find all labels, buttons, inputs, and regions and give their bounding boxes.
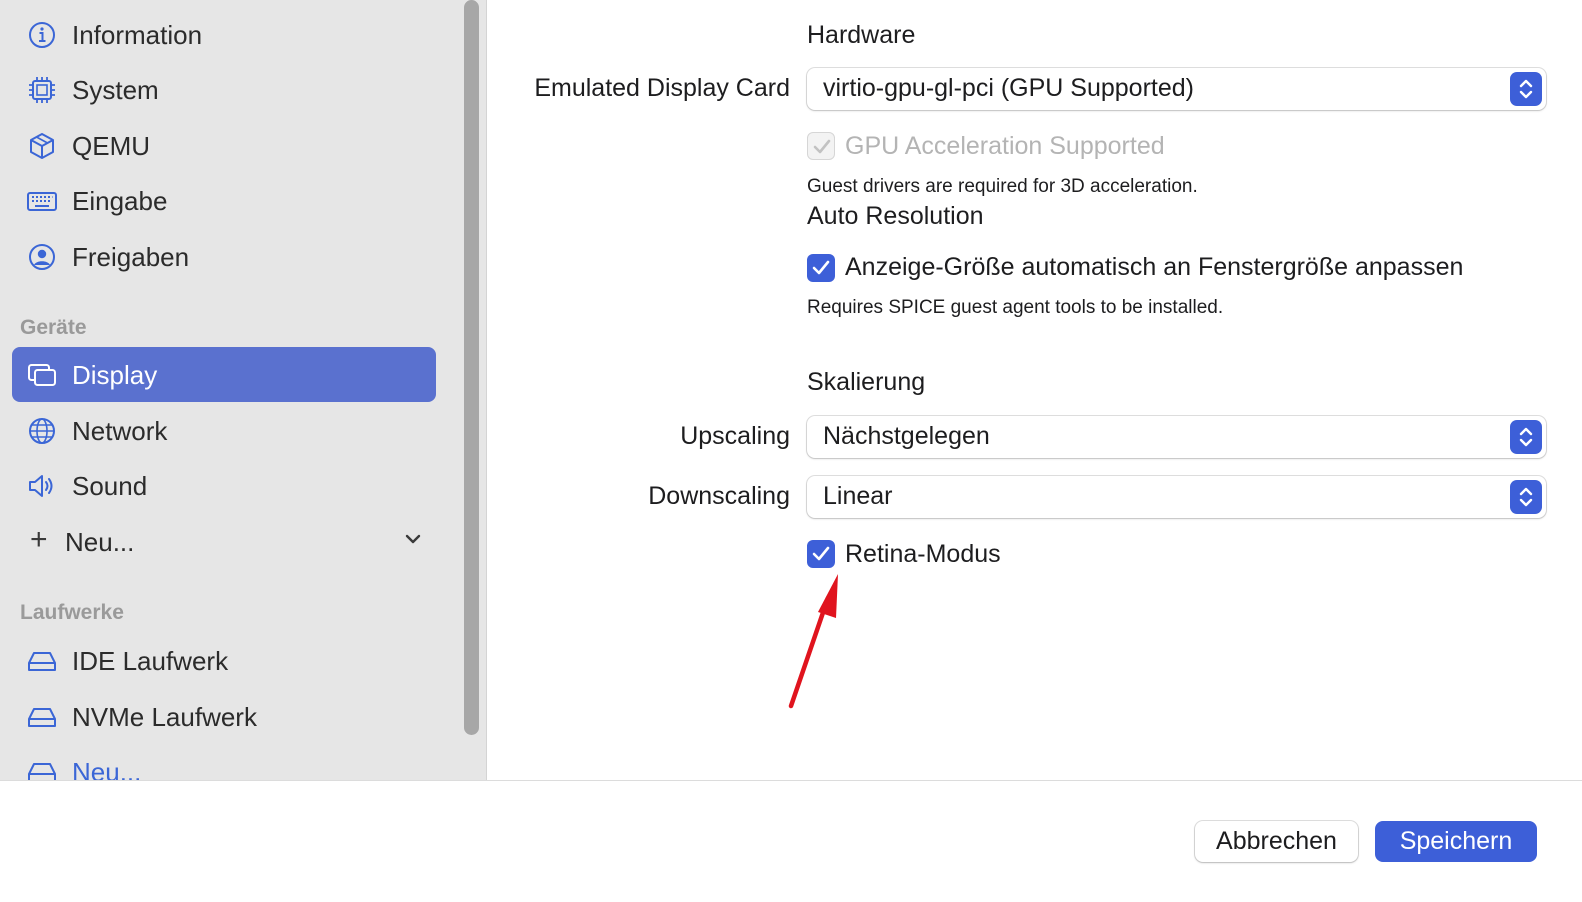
display-windows-icon [28,364,56,386]
retina-mode-label: Retina-Modus [845,540,1001,568]
sidebar-item-sound[interactable]: Sound [12,458,436,513]
sidebar-item-nvme-drive[interactable]: NVMe Laufwerk [12,689,436,744]
checkmark-icon [812,260,830,275]
sidebar-scrollbar[interactable] [464,0,479,735]
display-card-select[interactable]: virtio-gpu-gl-pci (GPU Supported) [807,68,1546,110]
cpu-chip-icon [29,77,55,103]
sidebar-item-information[interactable]: Information [12,7,436,62]
checkmark-icon [813,139,831,154]
display-card-value: virtio-gpu-gl-pci (GPU Supported) [823,74,1194,102]
display-card-label: Emulated Display Card [534,74,790,102]
drive-icon [28,652,56,671]
spice-note: Requires SPICE guest agent tools to be i… [807,297,1224,318]
sidebar-item-system[interactable]: System [12,62,436,117]
downscaling-select[interactable]: Linear [807,476,1546,518]
downscaling-value: Linear [823,482,893,510]
gpu-acceleration-checkbox[interactable] [807,132,835,160]
sidebar-item-qemu[interactable]: QEMU [12,118,436,173]
sidebar-item-network[interactable]: Network [12,403,436,458]
select-stepper [1510,480,1542,514]
drive-add-icon [28,763,56,780]
sidebar-item-display[interactable]: Display [12,347,436,402]
sidebar: Information System QEMU Eingabe Freigabe… [0,0,487,780]
cube-icon [30,133,54,159]
chevron-up-down-icon [1519,487,1533,507]
scaling-heading: Skalierung [807,368,926,396]
sidebar-section-geraete: Geräte [20,316,87,339]
sidebar-item-label: System [72,75,159,105]
add-device-button[interactable]: + Neu... [12,514,436,569]
sidebar-item-label: NVMe Laufwerk [72,702,257,732]
sidebar-item-label: Network [72,416,168,446]
auto-resize-checkbox[interactable] [807,254,835,282]
gpu-driver-note: Guest drivers are required for 3D accele… [807,176,1198,197]
sidebar-item-label: Sound [72,471,148,501]
dialog-footer: Abbrechen Speichern [0,780,1582,902]
auto-resize-label: Anzeige-Größe automatisch an Fenstergröß… [845,253,1464,281]
sidebar-item-label: Freigaben [72,242,190,272]
chevron-up-down-icon [1519,427,1533,447]
upscaling-select[interactable]: Nächstgelegen [807,416,1546,458]
chevron-up-down-icon [1519,79,1533,99]
upscaling-value: Nächstgelegen [823,422,990,450]
save-button[interactable]: Speichern [1375,821,1537,862]
globe-icon [29,418,55,444]
drive-icon [28,708,56,727]
speaker-icon [29,475,53,497]
gpu-acceleration-label: GPU Acceleration Supported [845,132,1165,160]
person-circle-icon [29,244,55,270]
select-stepper [1510,72,1542,106]
annotation-arrow-icon [788,574,838,709]
sidebar-item-label: Neu... [72,757,142,780]
add-device-label: Neu... [65,527,135,557]
sidebar-item-eingabe[interactable]: Eingabe [12,173,436,228]
sidebar-item-label: IDE Laufwerk [72,646,229,676]
sidebar-item-label: Information [72,20,203,50]
auto-resolution-heading: Auto Resolution [807,202,984,230]
hardware-heading: Hardware [807,21,916,49]
sidebar-section-laufwerke: Laufwerke [20,601,124,624]
cancel-button[interactable]: Abbrechen [1195,821,1358,862]
chevron-down-icon[interactable] [402,528,424,550]
plus-icon: + [30,523,48,556]
downscaling-label: Downscaling [648,482,790,510]
info-circle-icon [29,22,55,48]
sidebar-item-new-drive[interactable]: Neu... [12,744,436,780]
sidebar-item-ide-drive[interactable]: IDE Laufwerk [12,633,436,688]
select-stepper [1510,420,1542,454]
keyboard-icon [27,192,57,211]
sidebar-item-freigaben[interactable]: Freigaben [12,229,436,284]
sidebar-item-label: QEMU [72,131,150,161]
sidebar-item-label: Display [72,360,158,390]
sidebar-item-label: Eingabe [72,186,168,216]
upscaling-label: Upscaling [680,422,790,450]
